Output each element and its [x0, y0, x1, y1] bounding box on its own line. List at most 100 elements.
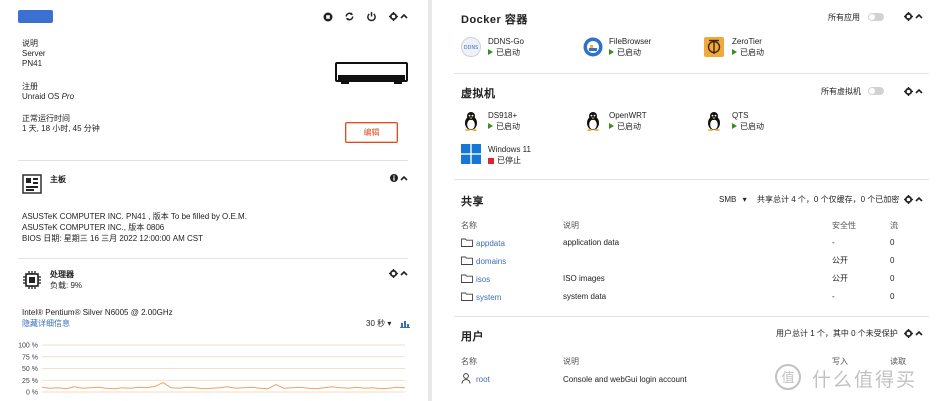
motherboard-icon — [22, 174, 42, 194]
power-icon[interactable] — [366, 11, 377, 22]
divider — [454, 316, 929, 317]
vm-name[interactable]: QTS — [732, 111, 748, 121]
watermark-text: 什么值得买 — [812, 370, 918, 391]
zerotier-icon[interactable] — [704, 37, 724, 57]
description-label: 说明 — [22, 39, 38, 48]
registration-value: Unraid OS Pro — [22, 92, 74, 102]
divider — [454, 73, 929, 74]
vm-status-text: 已启动 — [740, 122, 764, 131]
chart-y-tick-label: 0 % — [26, 390, 38, 397]
docker-app-name[interactable]: ZeroTier — [732, 37, 762, 47]
all-vms-toggle[interactable] — [868, 87, 884, 95]
shares-title: 共享 — [461, 196, 484, 208]
share-security: 公开 — [832, 274, 848, 283]
vms-settings-gear-icon[interactable] — [904, 87, 913, 96]
filebrowser-icon[interactable] — [583, 37, 603, 57]
folder-icon — [461, 274, 473, 283]
all-apps-toggle[interactable] — [868, 13, 884, 21]
docker-settings-gear-icon[interactable] — [904, 12, 913, 21]
user-name-link[interactable]: root — [476, 375, 490, 385]
vm-status-text: 已启动 — [617, 122, 641, 131]
docker-app-status-text: 已启动 — [617, 48, 641, 57]
reboot-icon[interactable] — [344, 11, 355, 22]
cpu-model: Intel® Pentium® Silver N6005 @ 2.00GHz — [22, 308, 173, 317]
watermark-logo-icon: 值 — [770, 362, 806, 392]
all-apps-label: 所有应用 — [828, 13, 860, 22]
interval-dropdown-arrow: ▾ — [387, 319, 392, 328]
share-name-link[interactable]: appdata — [476, 239, 505, 249]
share-security: 公开 — [832, 256, 848, 265]
share-stream: 0 — [890, 256, 895, 265]
docker-collapse-chevron-icon[interactable] — [915, 13, 923, 19]
vm-name[interactable]: OpenWRT — [609, 111, 647, 121]
cpu-settings-gear-icon[interactable] — [389, 269, 398, 278]
share-security: - — [832, 238, 835, 247]
vm-status-text: 已停止 — [497, 156, 521, 165]
vm-name[interactable]: DS918+ — [488, 111, 517, 121]
collapse-chevron-icon[interactable] — [400, 13, 408, 19]
users-collapse-chevron-icon[interactable] — [915, 330, 923, 336]
share-filter-dropdown-arrow: ▾ — [742, 195, 747, 204]
cpu-title: 处理器 — [50, 270, 74, 279]
chart-icon[interactable] — [400, 320, 410, 328]
motherboard-collapse-chevron-icon[interactable] — [400, 175, 408, 181]
vm-status: 已启动 — [609, 122, 641, 132]
linux-penguin-icon[interactable] — [583, 111, 603, 131]
share-name-link[interactable]: domains — [476, 257, 506, 267]
divider — [454, 179, 929, 180]
share-filter-value: SMB — [719, 195, 737, 204]
server-panel: 说明 Server PN41 注册 Unraid OS Pro 正常运行时间 1… — [0, 0, 428, 401]
windows-icon[interactable] — [461, 144, 481, 164]
vm-status: 已停止 — [488, 156, 521, 166]
interval-value: 30 秒 — [366, 319, 386, 328]
stop-array-icon[interactable] — [323, 12, 333, 22]
users-settings-gear-icon[interactable] — [904, 329, 913, 338]
docker-app-status-text: 已启动 — [496, 48, 520, 57]
hide-details-link[interactable]: 隐藏详细信息 — [22, 319, 70, 329]
users-col-name: 名称 — [461, 357, 477, 366]
info-icon[interactable] — [390, 174, 398, 182]
uptime-label: 正常运行时间 — [22, 114, 70, 123]
description-value-1: Server — [22, 49, 46, 58]
cpu-load: 负载: 9% — [50, 281, 83, 290]
share-name-link[interactable]: system — [476, 293, 501, 303]
docker-app-status: 已启动 — [609, 48, 641, 58]
docker-app-name[interactable]: DDNS-Go — [488, 37, 524, 47]
docker-app-status: 已启动 — [732, 48, 764, 58]
user-icon — [461, 373, 471, 384]
share-filter-select[interactable]: SMB ▾ — [719, 195, 747, 205]
users-title: 用户 — [461, 331, 484, 343]
motherboard-line-3: BIOS 日期: 星期三 16 三月 2022 12:00:00 AM CST — [22, 234, 203, 243]
cpu-collapse-chevron-icon[interactable] — [400, 270, 408, 276]
share-security: - — [832, 292, 835, 301]
divider — [18, 160, 408, 161]
users-summary: 用户总计 1 个，其中 0 个未受保护 — [776, 329, 898, 338]
ddns-icon[interactable]: DDNS — [461, 37, 481, 57]
server-name-badge[interactable] — [18, 10, 53, 23]
edit-button[interactable]: 编辑 — [345, 122, 398, 143]
registration-os: Unraid OS — [22, 92, 60, 101]
chart-y-tick-label: 50 % — [22, 366, 38, 373]
shares-settings-gear-icon[interactable] — [904, 195, 913, 204]
shares-col-security: 安全性 — [832, 221, 856, 230]
share-name-link[interactable]: isos — [476, 275, 490, 285]
folder-icon — [461, 292, 473, 301]
chart-y-tick-label: 75 % — [22, 354, 38, 361]
folder-icon — [461, 238, 473, 247]
linux-penguin-icon[interactable] — [704, 111, 724, 131]
vms-collapse-chevron-icon[interactable] — [915, 88, 923, 94]
vm-name[interactable]: Windows 11 — [488, 145, 531, 155]
share-stream: 0 — [890, 292, 895, 301]
shares-col-desc: 说明 — [563, 221, 579, 230]
shares-collapse-chevron-icon[interactable] — [915, 196, 923, 202]
settings-gear-icon[interactable] — [389, 12, 398, 21]
docker-app-name[interactable]: FileBrowser — [609, 37, 651, 47]
vm-status: 已启动 — [488, 122, 520, 132]
vms-title: 虚拟机 — [461, 88, 496, 100]
server-device-icon — [335, 62, 408, 84]
share-desc: application data — [563, 238, 620, 247]
share-stream: 0 — [890, 238, 895, 247]
interval-select[interactable]: 30 秒 ▾ — [366, 319, 391, 329]
share-desc: system data — [563, 292, 607, 301]
linux-penguin-icon[interactable] — [461, 111, 481, 131]
